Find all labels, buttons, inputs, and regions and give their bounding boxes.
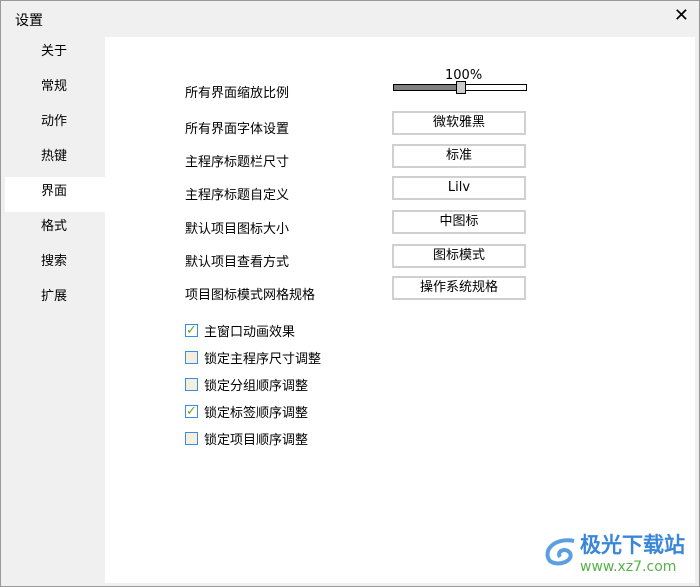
checkbox-label: 锁定标签顺序调整: [204, 406, 309, 421]
checkbox-option[interactable]: ✓ 主窗口动画效果: [185, 321, 295, 340]
checkbox-unchecked-icon[interactable]: [185, 432, 198, 445]
sidebar-item-hotkeys[interactable]: 热键: [5, 142, 105, 177]
font-label: 所有界面字体设置: [185, 122, 290, 137]
window-title: 设置: [15, 13, 43, 29]
slider-fill: [394, 85, 460, 90]
title-custom-button[interactable]: Lilv: [392, 176, 526, 200]
sidebar-item-search[interactable]: 搜索: [5, 247, 105, 282]
checkbox-label: 锁定项目顺序调整: [204, 433, 309, 448]
checkbox-option[interactable]: 锁定主程序尺寸调整: [185, 348, 321, 367]
settings-panel: 所有界面缩放比例 100% 所有界面字体设置 微软雅黑 主程序标题栏尺寸 标准 …: [105, 37, 695, 583]
sidebar-item-format[interactable]: 格式: [5, 212, 105, 247]
sidebar-item-interface[interactable]: 界面: [5, 177, 105, 212]
checkbox-checked-icon[interactable]: ✓: [185, 324, 198, 337]
sidebar-item-about[interactable]: 关于: [5, 37, 105, 72]
checkbox-checked-icon[interactable]: ✓: [185, 405, 198, 418]
checkbox-option[interactable]: 锁定项目顺序调整: [185, 429, 308, 448]
slider-thumb[interactable]: [456, 81, 466, 94]
scale-label: 所有界面缩放比例: [185, 86, 290, 101]
close-button[interactable]: ✕: [674, 5, 689, 26]
checkbox-option[interactable]: ✓ 锁定标签顺序调整: [185, 402, 308, 421]
sidebar-item-actions[interactable]: 动作: [5, 107, 105, 142]
titlebar-size-label: 主程序标题栏尺寸: [185, 155, 290, 170]
grid-spec-label: 项目图标模式网格规格: [185, 288, 316, 303]
view-mode-label: 默认项目查看方式: [185, 255, 290, 270]
font-button[interactable]: 微软雅黑: [392, 111, 526, 135]
watermark-logo: 极光下载站 www.xz7.com: [540, 529, 685, 575]
checkbox-label: 锁定主程序尺寸调整: [204, 352, 322, 367]
scale-slider[interactable]: [393, 81, 527, 94]
icon-size-label: 默认项目图标大小: [185, 222, 290, 237]
checkbox-unchecked-icon[interactable]: [185, 351, 198, 364]
title-custom-label: 主程序标题自定义: [185, 188, 290, 203]
icon-size-button[interactable]: 中图标: [392, 210, 526, 234]
checkbox-option[interactable]: 锁定分组顺序调整: [185, 375, 308, 394]
checkbox-unchecked-icon[interactable]: [185, 378, 198, 391]
checkbox-label: 锁定分组顺序调整: [204, 379, 309, 394]
watermark-name: 极光下载站: [580, 533, 685, 557]
sidebar-item-extensions[interactable]: 扩展: [5, 282, 105, 317]
checkbox-label: 主窗口动画效果: [204, 325, 296, 340]
watermark-swirl-icon: [545, 538, 575, 566]
watermark-url: www.xz7.com: [580, 559, 677, 575]
titlebar-size-button[interactable]: 标准: [392, 144, 526, 168]
sidebar-item-general[interactable]: 常规: [5, 72, 105, 107]
sidebar: 关于 常规 动作 热键 界面 格式 搜索 扩展: [5, 37, 105, 317]
view-mode-button[interactable]: 图标模式: [392, 244, 526, 268]
grid-spec-button[interactable]: 操作系统规格: [392, 276, 526, 300]
